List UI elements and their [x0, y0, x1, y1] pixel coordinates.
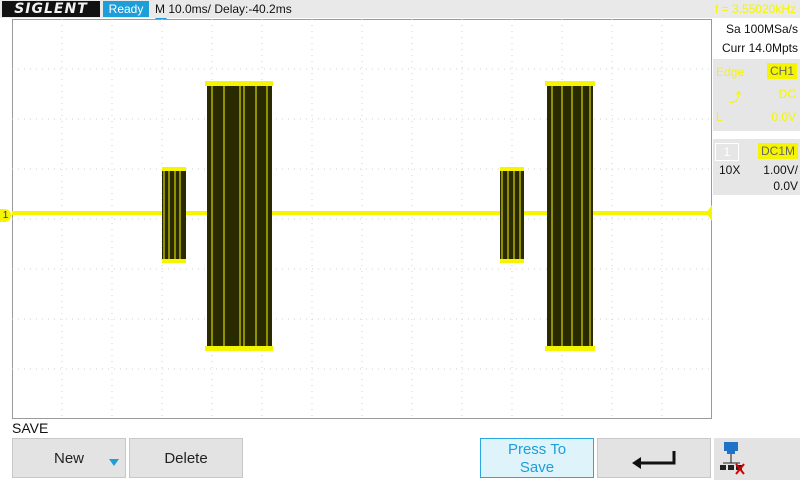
network-icon	[720, 442, 745, 475]
trigger-info-box[interactable]: Edge CH1 ⤴ DC L 0.0V	[713, 59, 800, 131]
channel1-offset: 0.0V	[773, 179, 798, 193]
channel1-ground-marker[interactable]: 1	[0, 209, 11, 222]
back-button[interactable]	[597, 438, 711, 478]
trigger-coupling: DC	[778, 87, 796, 101]
press-to-save-line1: Press To	[507, 441, 567, 458]
frequency-readout: f = 3.55020kHz	[714, 2, 796, 16]
network-status[interactable]	[714, 438, 800, 480]
back-arrow-icon	[632, 451, 676, 469]
channel1-probe: 10X	[719, 163, 741, 177]
waveform-display[interactable]	[12, 19, 712, 419]
trigger-level-label: L	[716, 110, 723, 124]
channel1-marker-label: 1	[2, 210, 9, 221]
trigger-type-label: Edge	[716, 65, 745, 79]
trigger-slope-icon: ⤴	[729, 90, 743, 105]
trigger-level-value: 0.0V	[771, 110, 796, 124]
right-info-panel: Sa 100MSa/s Curr 14.0Mpts Edge CH1 ⤴ DC …	[713, 19, 800, 419]
top-status-bar: SIGLENT Ready M 10.0ms/ Delay:-40.2ms f …	[0, 0, 800, 18]
new-button-label: New	[53, 450, 84, 467]
channel1-coupling-badge: DC1M	[758, 143, 798, 159]
new-button[interactable]: New	[12, 438, 126, 478]
delete-button[interactable]: Delete	[129, 438, 243, 478]
press-to-save-line2: Save	[519, 459, 555, 476]
menu-title: SAVE	[12, 420, 49, 436]
delete-button-label: Delete	[164, 450, 208, 467]
trigger-source-badge: CH1	[767, 63, 797, 79]
siglent-logo: SIGLENT	[2, 1, 100, 17]
channel1-scale: 1.00V/	[763, 163, 798, 177]
channel1-info-box[interactable]: 1 DC1M 10X 1.00V/ 0.0V	[713, 139, 800, 195]
channel1-number-badge: 1	[715, 143, 739, 161]
memory-depth: Curr 14.0Mpts	[721, 41, 798, 55]
acquisition-status-badge: Ready	[103, 1, 149, 17]
arrow-down-icon	[109, 459, 119, 466]
timebase-readout[interactable]: M 10.0ms/ Delay:-40.2ms	[155, 0, 292, 18]
press-to-save-button[interactable]: Press To Save	[480, 438, 594, 478]
sample-rate: Sa 100MSa/s	[725, 22, 798, 36]
